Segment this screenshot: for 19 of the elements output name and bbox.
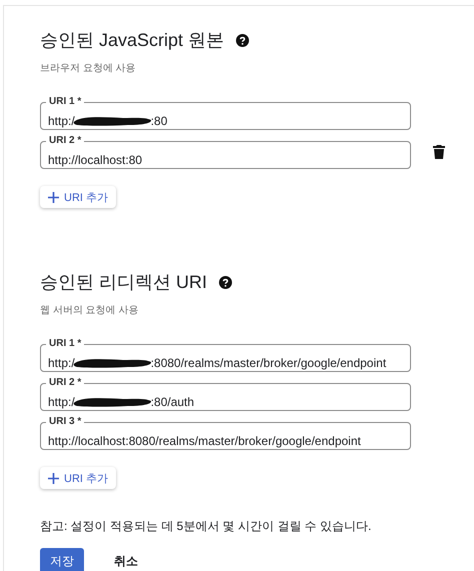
section-title: 승인된 JavaScript 원본 xyxy=(40,29,224,52)
save-button[interactable]: 저장 xyxy=(40,548,84,571)
plus-icon xyxy=(48,472,59,484)
section-title: 승인된 리디렉션 URI xyxy=(40,271,208,294)
uri-field[interactable]: URI 3 * http://localhost:8080/realms/master/broker/google/endpoint xyxy=(40,416,411,450)
add-uri-button[interactable]: URI 추가 xyxy=(40,467,116,489)
section-description: 웹 서버의 요청에 사용 xyxy=(40,304,140,318)
help-icon[interactable] xyxy=(236,34,250,46)
uri-field[interactable]: URI 2 * http://localhost:80 xyxy=(40,135,411,169)
help-icon[interactable] xyxy=(219,276,232,288)
uri-field[interactable]: URI 2 * http:/ :80/auth xyxy=(40,377,411,411)
cancel-button[interactable]: 취소 xyxy=(104,548,148,571)
section-description: 브라우저 요청에 사용 xyxy=(40,62,137,76)
plus-icon xyxy=(48,192,59,202)
add-uri-button[interactable]: URI 추가 xyxy=(40,186,116,208)
uri-field[interactable]: URI 1 * http:/ :80 xyxy=(40,96,411,130)
trash-icon[interactable] xyxy=(433,145,445,159)
note-text: 참고: 설정이 적용되는 데 5분에서 몇 시간이 걸릴 수 있습니다. xyxy=(40,518,372,534)
uri-field[interactable]: URI 1 * http:/ :8080/realms/master/broker/google/endpoint xyxy=(40,338,411,372)
